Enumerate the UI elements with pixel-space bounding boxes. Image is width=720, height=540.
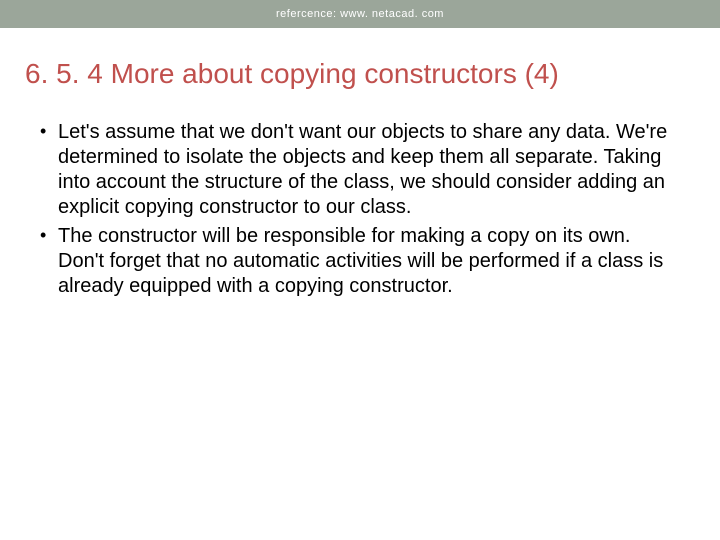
content-area: Let's assume that we don't want our obje… (0, 110, 720, 299)
header-bar: refercence: www. netacad. com (0, 0, 720, 28)
bullet-item: Let's assume that we don't want our obje… (40, 120, 680, 220)
bullet-list: Let's assume that we don't want our obje… (40, 120, 680, 299)
title-area: 6. 5. 4 More about copying constructors … (0, 28, 720, 110)
header-reference-text: refercence: www. netacad. com (276, 8, 444, 20)
slide-title: 6. 5. 4 More about copying constructors … (25, 58, 700, 90)
bullet-item: The constructor will be responsible for … (40, 224, 680, 299)
